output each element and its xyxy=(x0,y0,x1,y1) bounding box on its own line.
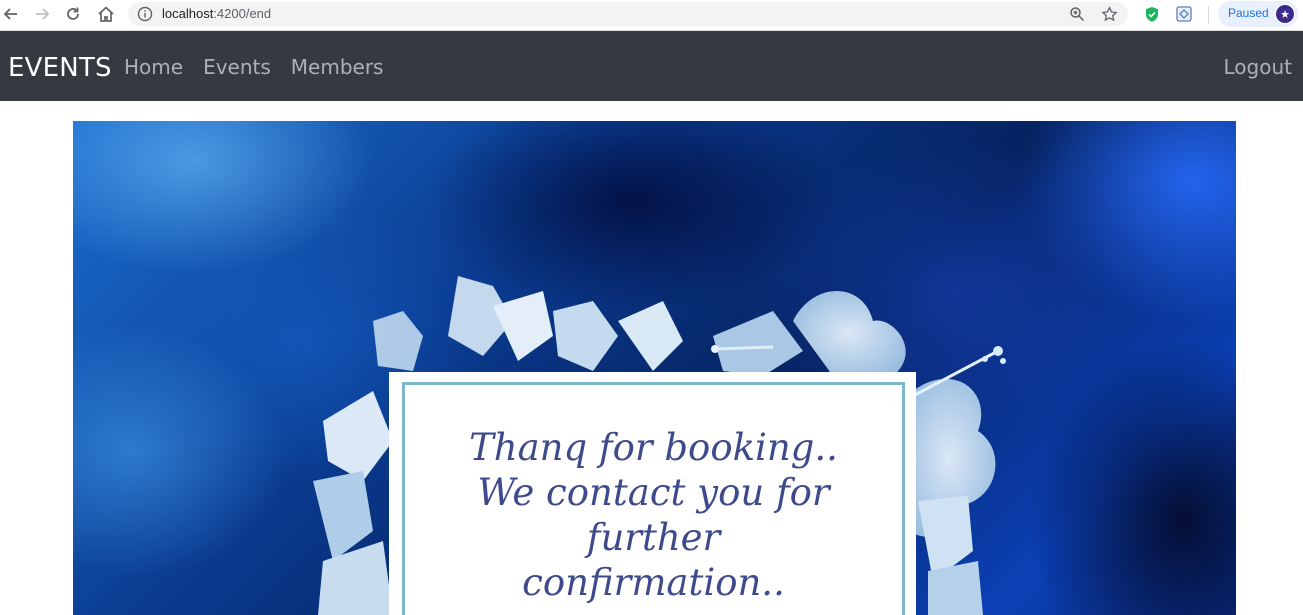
toolbar-divider xyxy=(1208,6,1209,24)
confirmation-message: Thanq for booking.. We contact you for f… xyxy=(405,425,902,605)
url-text: localhost:4200/end xyxy=(162,6,271,21)
address-bar[interactable]: localhost:4200/end xyxy=(128,2,1128,26)
back-button[interactable] xyxy=(0,3,22,25)
nav-link-members[interactable]: Members xyxy=(291,55,384,79)
url-host: localhost xyxy=(162,6,214,21)
forward-button[interactable] xyxy=(31,3,53,25)
bookmark-star-icon[interactable] xyxy=(1100,5,1118,23)
card-frame: Thanq for booking.. We contact you for f… xyxy=(402,382,905,615)
profile-paused-button[interactable]: Paused ★ xyxy=(1218,1,1298,27)
shield-extension-icon[interactable] xyxy=(1142,4,1162,24)
booking-confirmation-image: Thanq for booking.. We contact you for f… xyxy=(73,121,1236,615)
message-line: We contact you for xyxy=(477,471,830,514)
back-icon xyxy=(3,8,17,20)
message-line: further xyxy=(586,516,721,559)
browser-toolbar: localhost:4200/end Paused ★ xyxy=(0,0,1303,31)
profile-avatar-icon: ★ xyxy=(1275,4,1295,24)
confirmation-card: Thanq for booking.. We contact you for f… xyxy=(389,372,916,615)
forward-icon xyxy=(36,8,50,20)
nav-links: Home Events Members xyxy=(124,55,383,79)
nav-link-home[interactable]: Home xyxy=(124,55,183,79)
zoom-icon[interactable] xyxy=(1068,5,1086,23)
home-icon xyxy=(98,6,114,22)
site-info-icon[interactable] xyxy=(136,5,154,23)
home-button[interactable] xyxy=(95,3,117,25)
brand-logo[interactable]: EVENTS xyxy=(8,53,112,83)
url-path: :4200/end xyxy=(213,6,272,21)
extension-icon[interactable] xyxy=(1174,4,1194,24)
nav-link-events[interactable]: Events xyxy=(203,55,271,79)
reload-icon xyxy=(67,7,79,20)
message-line: confirmation.. xyxy=(522,561,785,604)
paused-label: Paused xyxy=(1228,6,1269,20)
logout-link[interactable]: Logout xyxy=(1224,55,1292,79)
message-line: Thanq for booking.. xyxy=(469,426,838,469)
reload-button[interactable] xyxy=(62,3,84,25)
app-navbar: EVENTS Home Events Members Logout xyxy=(0,31,1303,101)
